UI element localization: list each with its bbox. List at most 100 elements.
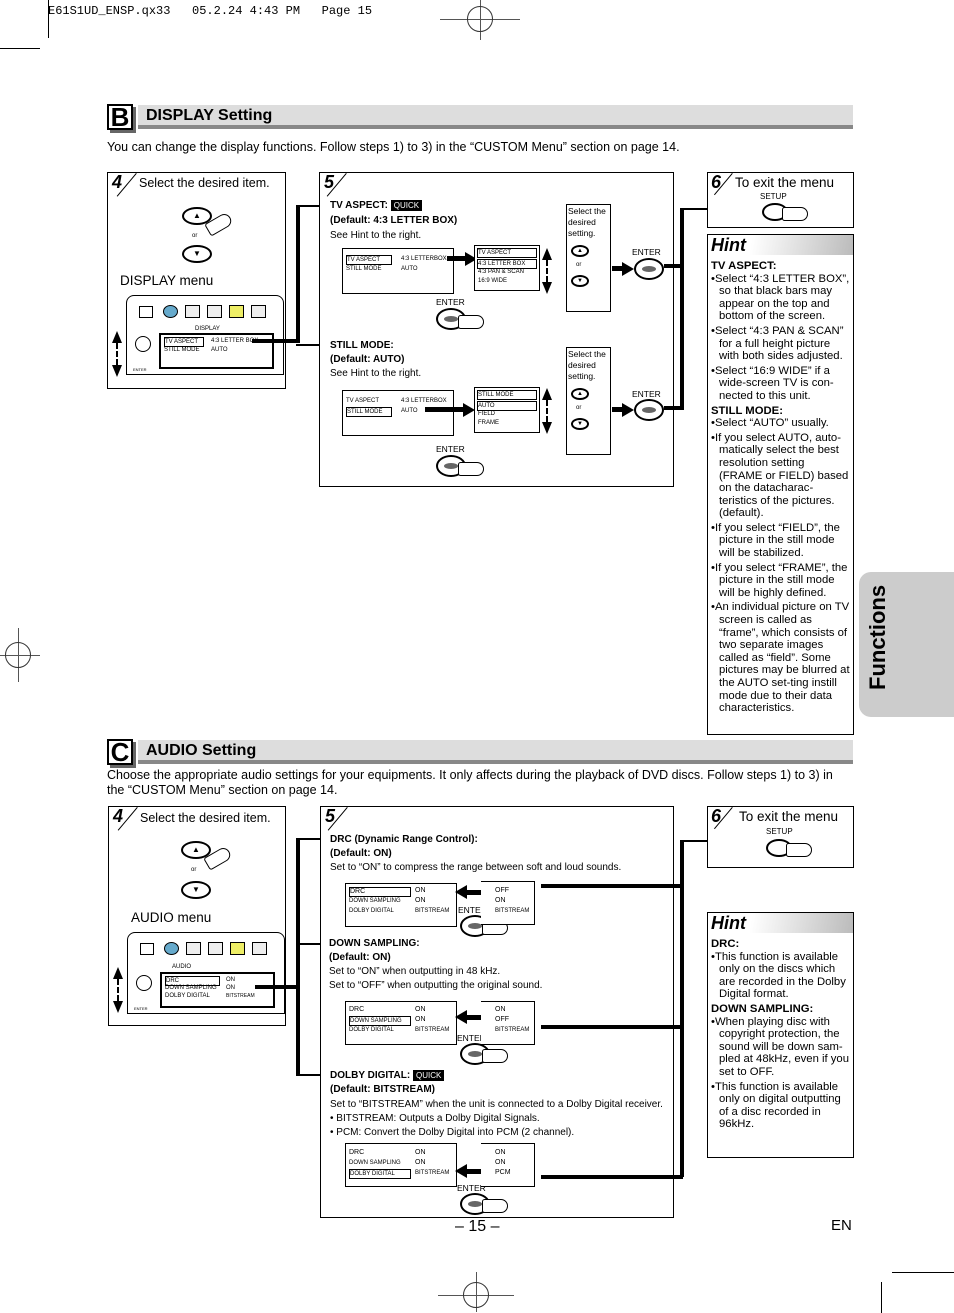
section-title-display: DISPLAY Setting: [138, 105, 853, 129]
lock-icon: [229, 305, 244, 318]
menu-item: DOWN SAMPLING: [349, 1160, 401, 1166]
step-number: 6: [711, 172, 722, 192]
display-step4-panel: 4 Select the desired item. ▲ or ▼ DISPLA…: [107, 172, 286, 389]
arrow-right-icon: [622, 262, 634, 276]
registration-mark-top: [440, 0, 520, 40]
custom-icon: [252, 942, 267, 955]
audio-intro: Choose the appropriate audio settings fo…: [107, 768, 833, 797]
arrow-right-icon: [622, 403, 634, 417]
hand-icon: [482, 1199, 508, 1213]
connector-line: [541, 1175, 683, 1179]
connector-line: [680, 840, 684, 1177]
display-menu-screen: DISPLAY ENTER TV ASPECT 4:3 LETTER BOX S…: [126, 295, 284, 375]
hint-heading: TV ASPECT:: [711, 260, 777, 272]
drc-title: DRC (Dynamic Range Control):: [330, 834, 478, 845]
menu-value: ON: [415, 897, 426, 904]
enter-label: ENTER: [133, 367, 147, 372]
connector-line: [664, 406, 684, 410]
up-down-arrow-icon: [113, 967, 123, 1013]
file-slug: E61S1UD_ENSP.qx33 05.2.24 4:43 PM Page 1…: [48, 4, 373, 18]
hint-list: This function is available only on the d…: [711, 951, 850, 1001]
menu-item: DOLBY DIGITAL: [349, 1169, 411, 1179]
down-button-icon: ▼: [571, 275, 589, 287]
connector-line: [296, 205, 300, 343]
menu-value: AUTO: [401, 408, 418, 414]
tv-aspect-options: TV ASPECT 4:3 LETTER BOX 4:3 PAN & SCAN …: [474, 245, 540, 291]
audio-step5-panel: 5 DRC (Dynamic Range Control): (Default:…: [320, 806, 674, 1218]
menu-items-box: DRC ON DOWN SAMPLING ON DOLBY DIGITAL BI…: [160, 972, 275, 1008]
menu-label: DISPLAY menu: [120, 273, 214, 288]
enter-button-icon: [634, 258, 664, 280]
dolby-digital-result: ON ON PCM: [481, 1143, 535, 1187]
audio-hint-panel: Hint DRC:This function is available only…: [707, 912, 854, 1158]
dolby-digital-default: (Default: BITSTREAM): [330, 1084, 435, 1095]
tv-icon: [140, 943, 154, 955]
or-label: or: [191, 867, 197, 873]
globe-icon: [164, 942, 179, 955]
audio-step6-panel: 6 To exit the menu SETUP: [707, 806, 854, 868]
menu-icon-row: [163, 305, 266, 318]
registration-mark-bottom: [438, 1272, 514, 1312]
menu-item: DOWN SAMPLING: [349, 898, 401, 904]
result-value: OFF: [495, 1016, 509, 1023]
down-sampling-result: ON OFF BITSTREAM: [481, 1001, 535, 1045]
callout-text: Select the desired setting.: [568, 349, 606, 381]
hint-heading: DOWN SAMPLING:: [711, 1002, 814, 1015]
hint-bullet: Select “16:9 WIDE” if a wide-screen TV i…: [711, 365, 850, 403]
step-instruction: Select the desired item.: [139, 176, 270, 190]
menu-value: ON: [415, 1006, 426, 1013]
tv-aspect-default: (Default: 4:3 LETTER BOX): [330, 215, 458, 226]
or-label: or: [576, 405, 582, 411]
menu-item: DOWN SAMPLING: [165, 985, 217, 991]
menu-item: DOLBY DIGITAL: [349, 908, 394, 914]
hint-bullet: An individual picture on TV screen is ca…: [711, 601, 850, 714]
menu-value: ON: [415, 1159, 426, 1166]
setup-label: SETUP: [760, 192, 787, 201]
drc-desc: Set to “ON” to compress the range betwee…: [330, 862, 622, 873]
connector-line: [296, 1074, 320, 1076]
down-button-icon: ▼: [182, 245, 212, 263]
enter-label: ENTER: [436, 297, 465, 307]
hint-heading: DRC:: [711, 938, 740, 950]
enter-label: ENTER: [134, 1006, 148, 1011]
hint-body: TV ASPECT:Select “4:3 LETTER BOX”, so th…: [708, 255, 853, 715]
hint-bullet: If you select “FIELD”, the picture in th…: [711, 522, 850, 560]
crop-mark: [48, 0, 49, 38]
connector-line: [296, 838, 300, 1075]
select-setting-callout: Select the desired setting. ▲ or ▼: [566, 347, 611, 455]
or-label: or: [576, 262, 582, 268]
display-step6-panel: 6 To exit the menu SETUP: [707, 172, 854, 228]
menu-item: TV ASPECT: [346, 255, 392, 265]
menu-value: ON: [226, 977, 235, 983]
hint-bullet: This function is available only on the d…: [711, 951, 850, 1001]
down-sampling-title: DOWN SAMPLING:: [329, 938, 420, 949]
menu-value: AUTO: [401, 266, 418, 272]
or-label: or: [192, 233, 198, 239]
side-tab-label: Functions: [865, 584, 890, 690]
menu-value: 4:3 LETTERBOX: [401, 256, 447, 262]
arrow: [425, 407, 465, 412]
result-value: BITSTREAM: [495, 1027, 530, 1033]
audio-menu-screen: AUDIO ENTER DRC ON DOWN SAMPLING ON DOLB…: [127, 932, 285, 1014]
section-title-audio: AUDIO Setting: [138, 740, 853, 764]
up-down-arrow-icon: [542, 248, 552, 294]
drc-default: (Default: ON): [330, 848, 392, 859]
menu-item: DRC: [349, 1149, 365, 1156]
connector-line: [664, 264, 684, 268]
hint-bullet: Select “AUTO” usually.: [711, 417, 850, 430]
setup-label: SETUP: [766, 827, 793, 836]
result-value: PCM: [495, 1169, 511, 1176]
options-header: STILL MODE: [477, 390, 537, 400]
still-mode-title: STILL MODE:: [330, 340, 394, 351]
menu-item: DRC: [349, 1006, 365, 1013]
hint-bullet: If you select “FRAME”, the picture in th…: [711, 562, 850, 600]
menu-item: DOWN SAMPLING: [349, 1016, 411, 1026]
connector-line: [680, 208, 708, 210]
drc-result: OFF ON BITSTREAM: [481, 881, 535, 925]
dolby-digital-title: DOLBY DIGITAL: QUICK: [330, 1070, 445, 1082]
dolby-digital-desc: • PCM: Convert the Dolby Digital into PC…: [330, 1127, 575, 1138]
menu-label: AUDIO menu: [131, 910, 212, 925]
hint-body: DRC:This function is available only on t…: [708, 933, 853, 1131]
display-step5-panel: 5 TV ASPECT: QUICK (Default: 4:3 LETTER …: [319, 172, 674, 487]
display-hint-panel: Hint TV ASPECT:Select “4:3 LETTER BOX”, …: [707, 234, 854, 735]
